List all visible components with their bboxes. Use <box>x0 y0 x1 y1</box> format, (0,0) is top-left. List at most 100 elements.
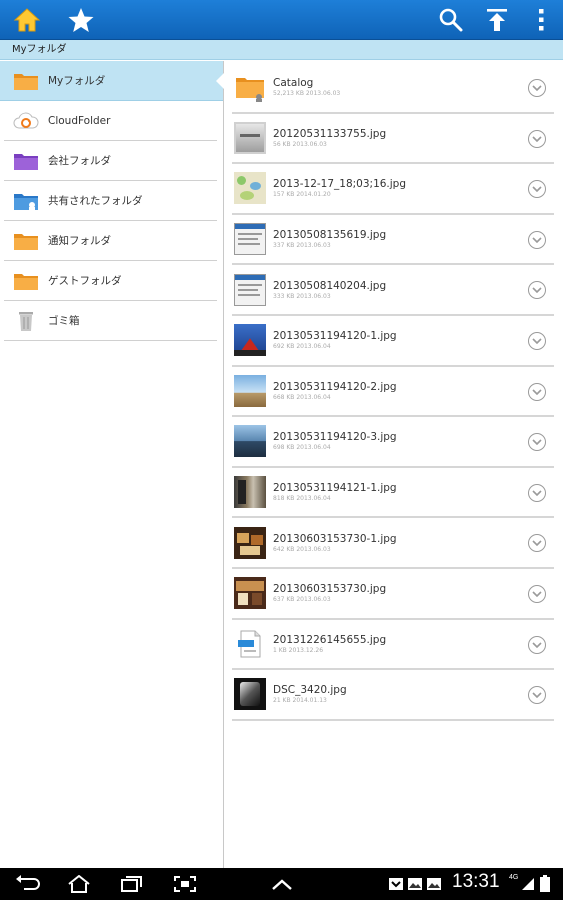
breadcrumb[interactable]: Myフォルダ <box>0 40 563 60</box>
file-name: 20130508140204.jpg <box>273 279 387 292</box>
sidebar-item-label: Myフォルダ <box>48 75 106 87</box>
item-menu-button[interactable] <box>528 483 546 502</box>
sidebar-item-label: CloudFolder <box>48 114 111 127</box>
folder-icon <box>12 269 40 293</box>
image-thumbnail <box>234 476 266 509</box>
file-meta: 818 KB 2013.06.04 <box>273 495 331 503</box>
usb-icon <box>388 874 404 894</box>
sidebar-item-label: 通知フォルダ <box>48 235 111 247</box>
file-name: 20130531194120-3.jpg <box>273 431 397 444</box>
home-nav-icon[interactable] <box>66 874 92 894</box>
battery-icon <box>539 874 551 894</box>
file-meta: 642 KB 2013.06.03 <box>273 545 331 553</box>
file-name: 2013-12-17_18;03;16.jpg <box>273 178 407 191</box>
item-menu-button[interactable] <box>528 129 546 148</box>
file-meta: 698 KB 2013.06.04 <box>273 444 331 452</box>
home-icon[interactable] <box>12 5 42 35</box>
chevron-up-icon[interactable] <box>270 874 294 894</box>
image-notification-icon <box>426 874 442 894</box>
cloud-sync-icon <box>12 109 40 133</box>
image-thumbnail <box>234 324 266 357</box>
file-name: 20130531194120-2.jpg <box>273 380 397 393</box>
action-bar <box>0 0 563 40</box>
image-thumbnail <box>234 374 266 407</box>
sidebar-item-label: 会社フォルダ <box>48 155 111 167</box>
file-meta: 668 KB 2013.06.04 <box>273 393 331 401</box>
list-item[interactable]: 20130531194120-3.jpg 698 KB 2013.06.04 <box>232 417 554 468</box>
image-thumbnail <box>234 121 266 154</box>
search-icon[interactable] <box>436 5 466 35</box>
star-icon[interactable] <box>66 5 96 35</box>
list-item[interactable]: 20130531194120-1.jpg 692 KB 2013.06.04 <box>232 316 554 367</box>
list-item[interactable]: 20130508140204.jpg 333 KB 2013.06.03 <box>232 265 554 316</box>
file-name: DSC_3420.jpg <box>273 684 347 697</box>
file-meta: 692 KB 2013.06.04 <box>273 343 331 351</box>
clock: 13:31 <box>452 871 500 892</box>
item-menu-button[interactable] <box>528 331 546 350</box>
list-item[interactable]: 20131226145655.jpg 1 KB 2013.12.26 <box>232 620 554 671</box>
sidebar-item-shared-folder[interactable]: 共有されたフォルダ <box>4 181 217 221</box>
sidebar-item-cloud-folder[interactable]: CloudFolder <box>4 101 217 141</box>
back-icon[interactable] <box>14 874 40 894</box>
list-item[interactable]: 20130531194120-2.jpg 668 KB 2013.06.04 <box>232 367 554 418</box>
list-item[interactable]: Catalog 52,213 KB 2013.06.03 <box>232 63 554 114</box>
sidebar-item-guest-folder[interactable]: ゲストフォルダ <box>4 261 217 301</box>
sidebar-item-notification-folder[interactable]: 通知フォルダ <box>4 221 217 261</box>
file-name: 20131226145655.jpg <box>273 633 387 646</box>
sidebar-item-label: ゴミ箱 <box>48 315 80 327</box>
folder-icon <box>234 71 266 103</box>
file-meta: 52,213 KB 2013.06.03 <box>273 90 341 98</box>
list-item[interactable]: 20120531133755.jpg 56 KB 2013.06.03 <box>232 114 554 165</box>
file-meta: 21 KB 2014.01.13 <box>273 697 327 705</box>
file-meta: 637 KB 2013.06.03 <box>273 596 331 604</box>
recent-apps-icon[interactable] <box>118 874 144 894</box>
list-item[interactable]: 2013-12-17_18;03;16.jpg 157 KB 2014.01.2… <box>232 164 554 215</box>
image-thumbnail <box>234 678 266 711</box>
item-menu-button[interactable] <box>528 230 546 249</box>
list-item[interactable]: 20130603153730.jpg 637 KB 2013.06.03 <box>232 569 554 620</box>
image-thumbnail <box>234 223 266 256</box>
image-thumbnail <box>234 526 266 559</box>
sidebar-item-my-folder[interactable]: Myフォルダ <box>0 61 224 101</box>
item-menu-button[interactable] <box>528 382 546 401</box>
sidebar-item-trash[interactable]: ゴミ箱 <box>4 301 217 341</box>
folder-purple-icon <box>12 149 40 173</box>
sidebar: Myフォルダ CloudFolder 会社フォルダ 共有されたフォルダ 通知フォ… <box>0 61 224 868</box>
sidebar-item-company-folder[interactable]: 会社フォルダ <box>4 141 217 181</box>
file-meta: 333 KB 2013.06.03 <box>273 292 331 300</box>
file-list: Catalog 52,213 KB 2013.06.03 20120531133… <box>232 63 554 723</box>
image-thumbnail <box>234 172 266 205</box>
file-name: 20130531194120-1.jpg <box>273 330 397 343</box>
item-menu-button[interactable] <box>528 584 546 603</box>
folder-icon <box>12 229 40 253</box>
file-name: 20130531194121-1.jpg <box>273 482 397 495</box>
screenshot-icon[interactable] <box>172 874 198 894</box>
folder-icon <box>12 69 40 93</box>
upload-icon[interactable] <box>482 5 512 35</box>
image-thumbnail <box>234 577 266 610</box>
item-menu-button[interactable] <box>528 686 546 705</box>
overflow-menu-icon[interactable] <box>526 5 556 35</box>
image-notification-icon <box>407 874 423 894</box>
image-thumbnail <box>234 273 266 306</box>
item-menu-button[interactable] <box>528 635 546 654</box>
file-meta: 337 KB 2013.06.03 <box>273 242 331 250</box>
sidebar-item-label: 共有されたフォルダ <box>48 195 143 207</box>
system-bar: 13:31 4G <box>0 868 563 900</box>
network-type: 4G <box>509 874 519 881</box>
item-menu-button[interactable] <box>528 79 546 97</box>
trash-icon <box>12 309 40 333</box>
list-item[interactable]: 20130603153730-1.jpg 642 KB 2013.06.03 <box>232 518 554 569</box>
sidebar-item-label: ゲストフォルダ <box>48 275 122 287</box>
file-name: 20130603153730.jpg <box>273 583 387 596</box>
file-name: 20130603153730-1.jpg <box>273 532 397 545</box>
image-thumbnail <box>234 425 266 458</box>
list-item[interactable]: DSC_3420.jpg 21 KB 2014.01.13 <box>232 670 554 721</box>
list-item[interactable]: 20130508135619.jpg 337 KB 2013.06.03 <box>232 215 554 266</box>
file-meta: 56 KB 2013.06.03 <box>273 140 327 148</box>
file-name: Catalog <box>273 77 314 90</box>
file-meta: 1 KB 2013.12.26 <box>273 646 324 654</box>
list-item[interactable]: 20130531194121-1.jpg 818 KB 2013.06.04 <box>232 468 554 519</box>
file-name: 20130508135619.jpg <box>273 229 387 242</box>
file-icon <box>234 628 266 660</box>
